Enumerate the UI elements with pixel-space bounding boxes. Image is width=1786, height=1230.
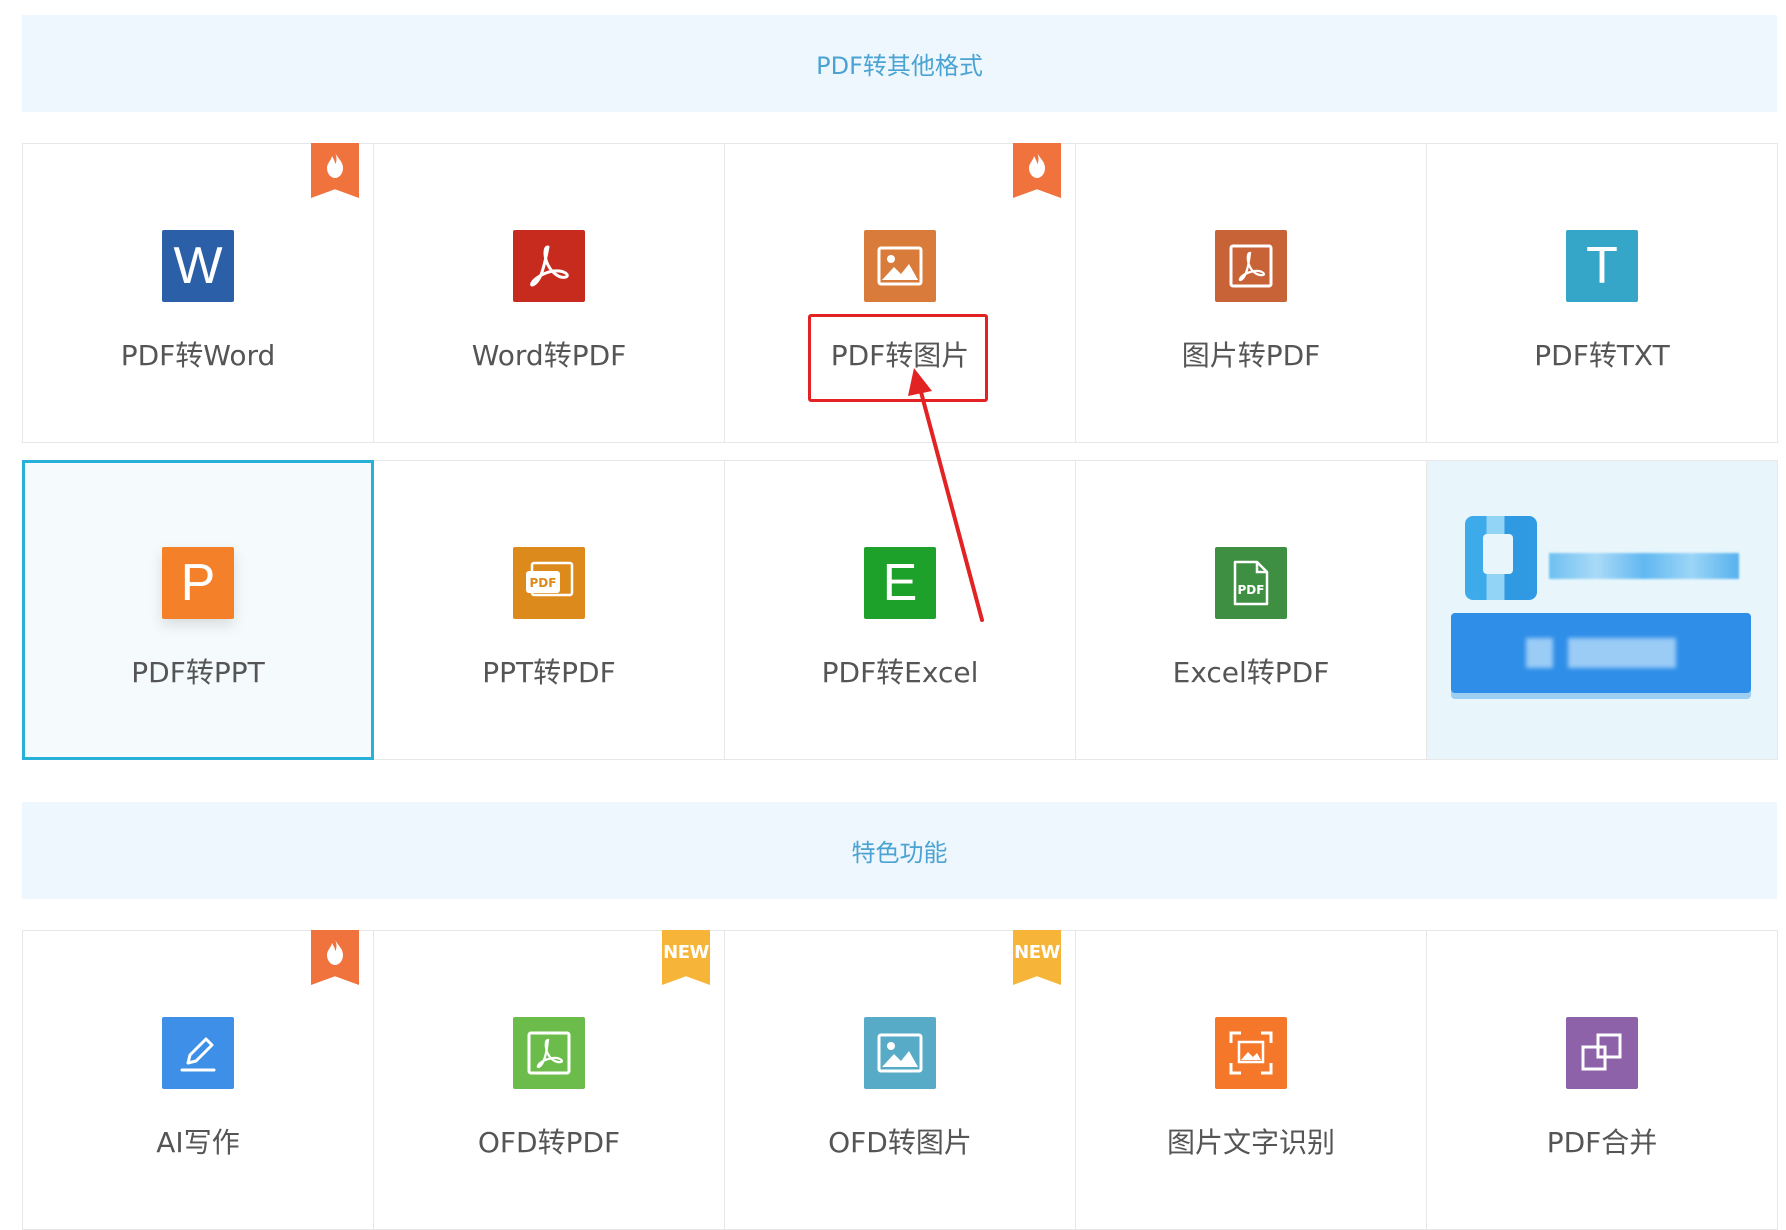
- pen-edit-icon: [162, 1017, 234, 1089]
- tool-card-excel-to-pdf[interactable]: PDF Excel转PDF: [1075, 460, 1427, 760]
- acrobat-icon: [513, 230, 585, 302]
- tool-card-ppt-to-pdf[interactable]: PDF PPT转PDF: [373, 460, 725, 760]
- new-badge: NEW: [1013, 930, 1061, 985]
- pdf-file-icon: PDF: [1215, 547, 1287, 619]
- section-header-features: 特色功能: [22, 802, 1777, 899]
- scan-image-icon: [1215, 1017, 1287, 1089]
- word-doc-icon: W: [162, 230, 234, 302]
- tool-card-ofd-to-image[interactable]: NEW OFD转图片: [724, 930, 1076, 1230]
- text-t-icon: T: [1566, 230, 1638, 302]
- section-title: 特色功能: [851, 839, 948, 867]
- tool-grid-row-2: P PDF转PPT PDF PPT转PDF E PDF转Excel PDF Ex…: [22, 460, 1778, 760]
- tool-card-ai-writing[interactable]: AI写作: [22, 930, 374, 1230]
- tool-card-image-ocr[interactable]: 图片文字识别: [1075, 930, 1427, 1230]
- tool-card-pdf-to-word[interactable]: W PDF转Word: [22, 143, 374, 443]
- image-icon: [864, 1017, 936, 1089]
- tool-card-pdf-to-excel[interactable]: E PDF转Excel: [724, 460, 1076, 760]
- section-title: PDF转其他格式: [816, 52, 983, 80]
- tool-label: 图片转PDF: [1181, 339, 1321, 372]
- ppt-pdf-icon: PDF: [513, 547, 585, 619]
- tool-label: PPT转PDF: [482, 656, 616, 689]
- promo-blurred-text: [1549, 553, 1739, 579]
- excel-icon: E: [864, 547, 936, 619]
- pdf-tag-text: PDF: [1238, 583, 1265, 597]
- hot-badge: [1013, 143, 1061, 198]
- flame-icon: [327, 152, 343, 178]
- tool-grid-row-3: AI写作 NEW OFD转PDF NEW OFD转图片 图片文字识别 PDF合并: [22, 930, 1778, 1230]
- tool-label: PDF合并: [1546, 1126, 1658, 1159]
- tool-card-image-to-pdf[interactable]: 图片转PDF: [1075, 143, 1427, 443]
- tool-label: OFD转PDF: [477, 1126, 621, 1159]
- tool-label: PDF转Word: [120, 339, 276, 372]
- tool-label: PDF转TXT: [1534, 339, 1670, 372]
- tool-label: AI写作: [156, 1126, 240, 1159]
- tool-card-pdf-to-txt[interactable]: T PDF转TXT: [1426, 143, 1778, 443]
- tool-label: 图片文字识别: [1166, 1126, 1335, 1159]
- new-badge: NEW: [662, 930, 710, 985]
- powerpoint-icon: P: [162, 547, 234, 619]
- flame-icon: [327, 939, 343, 965]
- tool-card-ofd-to-pdf[interactable]: NEW OFD转PDF: [373, 930, 725, 1230]
- flame-icon: [1029, 152, 1045, 178]
- promo-button-blurred-label: [1526, 638, 1676, 668]
- pdf-tag-text: PDF: [530, 576, 557, 590]
- section-header-pdf-convert: PDF转其他格式: [22, 15, 1777, 112]
- acrobat-framed-icon: [513, 1017, 585, 1089]
- tool-card-pdf-merge[interactable]: PDF合并: [1426, 930, 1778, 1230]
- promo-banner[interactable]: [1426, 460, 1778, 760]
- pdf-framed-icon: [1215, 230, 1287, 302]
- hot-badge: [311, 930, 359, 985]
- image-icon: [864, 230, 936, 302]
- hot-badge: [311, 143, 359, 198]
- merge-squares-icon: [1566, 1017, 1638, 1089]
- tool-label: Excel转PDF: [1172, 656, 1330, 689]
- tool-label: PDF转Excel: [821, 656, 979, 689]
- promo-download-button[interactable]: [1451, 613, 1751, 693]
- tool-card-word-to-pdf[interactable]: Word转PDF: [373, 143, 725, 443]
- tool-label: Word转PDF: [471, 339, 627, 372]
- tool-label: OFD转图片: [828, 1126, 972, 1159]
- tool-card-pdf-to-ppt[interactable]: P PDF转PPT: [22, 460, 374, 760]
- tool-label: PDF转PPT: [131, 656, 265, 689]
- promo-app-logo: [1465, 516, 1537, 600]
- annotation-highlight-box: [808, 314, 988, 402]
